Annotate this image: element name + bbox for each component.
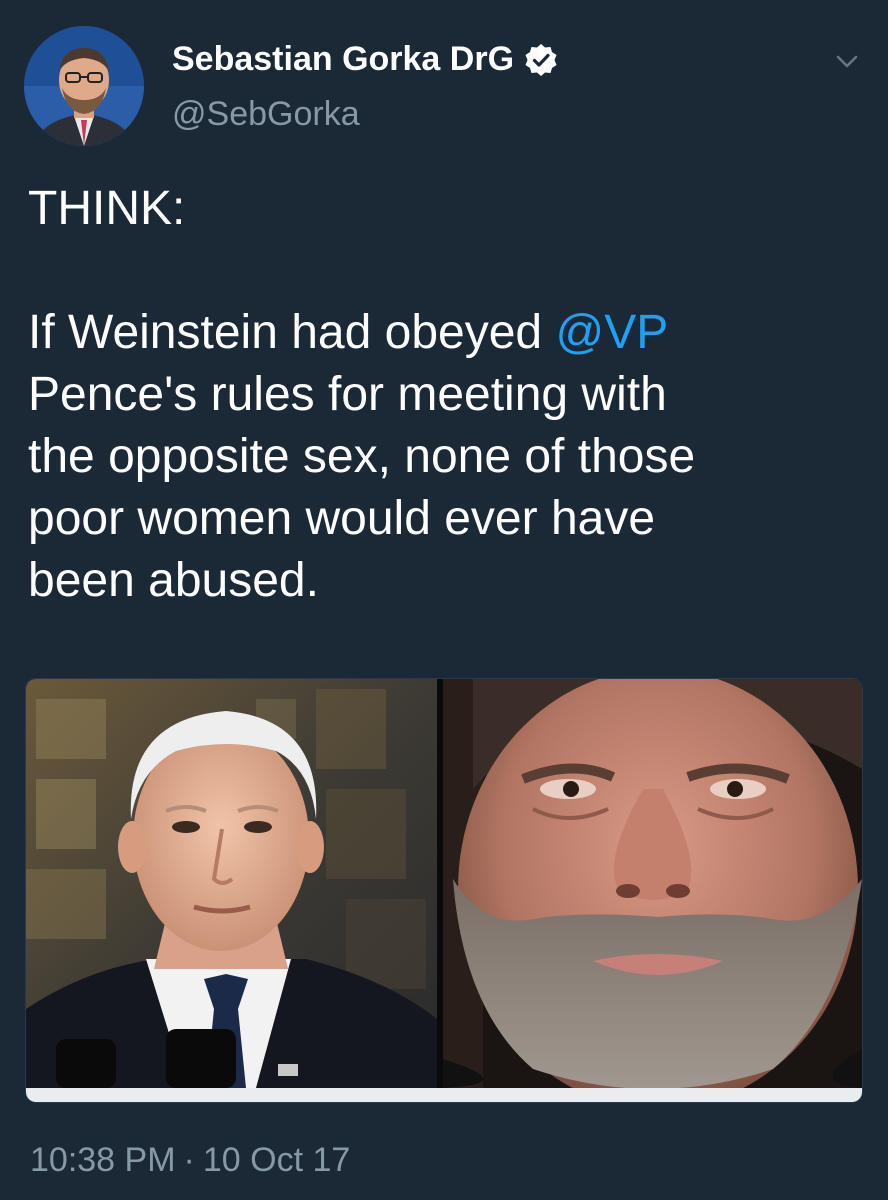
tweet-line: the opposite sex, none of those xyxy=(28,426,868,488)
tweet-line: THINK: xyxy=(28,178,868,240)
author-handle[interactable]: @SebGorka xyxy=(172,95,360,134)
media-photo-right[interactable] xyxy=(443,679,862,1088)
tweet-time: 10:38 PM xyxy=(30,1141,176,1179)
chevron-down-icon[interactable] xyxy=(832,46,862,76)
media-bottom-edge xyxy=(26,1088,862,1102)
tweet-text-segment: If Weinstein had obeyed xyxy=(28,306,556,359)
tweet-text-segment: poor women would ever have xyxy=(28,492,656,545)
author-avatar[interactable] xyxy=(24,26,144,146)
author-name-text: Sebastian Gorka DrG xyxy=(172,40,515,78)
portrait-photo-man-in-suit xyxy=(26,679,437,1088)
tweet-card: Sebastian Gorka DrG @SebGorka THINK: If … xyxy=(0,0,888,1200)
tweet-media[interactable] xyxy=(26,679,862,1102)
tweet-text: THINK: If Weinstein had obeyed @VP Pence… xyxy=(28,178,868,612)
tweet-line: If Weinstein had obeyed @VP xyxy=(28,302,868,364)
tweet-line: been abused. xyxy=(28,550,868,612)
verified-badge-icon xyxy=(525,43,557,76)
avatar-photo xyxy=(24,26,144,146)
tweet-line: poor women would ever have xyxy=(28,488,868,550)
media-photo-left[interactable] xyxy=(26,679,437,1088)
tweet-line: Pence's rules for meeting with xyxy=(28,364,868,426)
mention-link[interactable]: @VP xyxy=(555,306,668,359)
tweet-text-segment: been abused. xyxy=(28,554,319,607)
tweet-date: 10 Oct 17 xyxy=(202,1141,351,1179)
tweet-text-segment: THINK: xyxy=(28,182,186,235)
portrait-photo-bearded-man-closeup xyxy=(443,679,862,1088)
tweet-text-segment: Pence's rules for meeting with xyxy=(28,368,667,421)
author-name[interactable]: Sebastian Gorka DrG xyxy=(172,40,558,79)
tweet-timestamp[interactable]: 10:38 PM · 10 Oct 17 xyxy=(30,1141,350,1180)
timestamp-separator: · xyxy=(183,1141,195,1179)
tweet-text-segment: the opposite sex, none of those xyxy=(28,430,696,483)
